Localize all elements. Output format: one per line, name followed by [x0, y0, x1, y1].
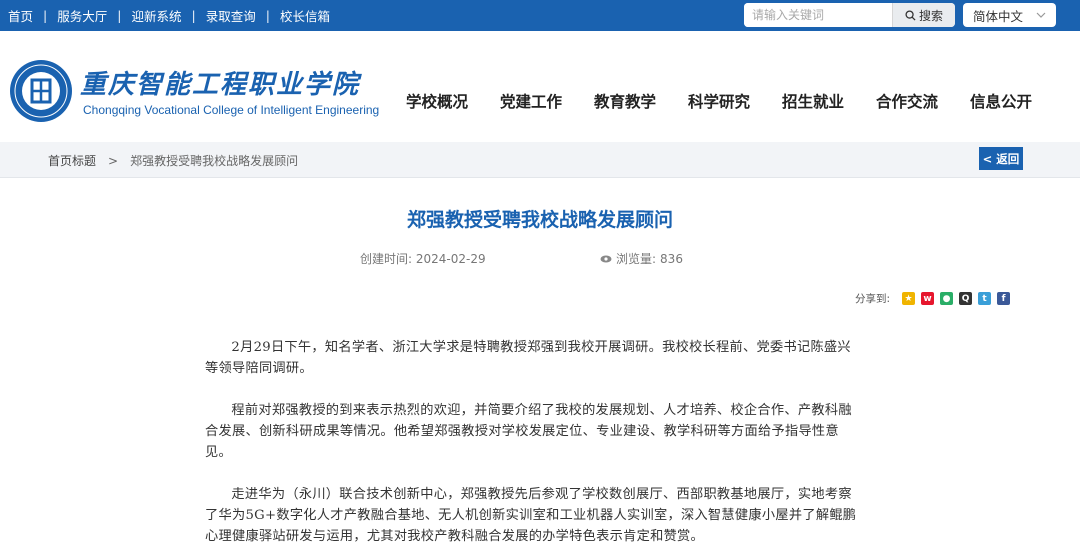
search-button[interactable]: 搜索	[892, 3, 955, 27]
breadcrumb-home[interactable]: 首页标题	[48, 152, 96, 169]
wechat-icon[interactable]: ●	[940, 292, 954, 305]
top-link-admission-query[interactable]: 录取查询	[206, 6, 256, 25]
article-body: 2月29日下午，知名学者、浙江大学求是特聘教授郑强到我校开展调研。我校校长程前、…	[205, 337, 860, 555]
nav-item-about[interactable]: 学校概况	[390, 90, 484, 114]
article-view-count: 浏览量: 836	[600, 250, 683, 267]
breadcrumb: 首页标题 > 郑强教授受聘我校战略发展顾问	[48, 152, 298, 169]
top-link-separator: |	[191, 8, 196, 23]
top-link-home[interactable]: 首页	[8, 6, 33, 25]
article-paragraph: 走进华为（永川）联合技术创新中心，郑强教授先后参观了学校数创展厅、西部职教基地展…	[205, 487, 857, 544]
created-label: 创建时间:	[360, 252, 413, 266]
nav-item-research[interactable]: 科学研究	[672, 90, 766, 114]
nav-item-education[interactable]: 教育教学	[578, 90, 672, 114]
nav-item-party-building[interactable]: 党建工作	[484, 90, 578, 114]
school-name-cn[interactable]: 重庆智能工程职业学院	[80, 64, 360, 101]
back-button[interactable]: < 返回	[979, 147, 1023, 170]
language-select[interactable]: 简体中文	[963, 3, 1056, 27]
nav-item-info-public[interactable]: 信息公开	[954, 90, 1048, 114]
chevron-right-icon: >	[108, 153, 119, 168]
school-logo[interactable]	[8, 58, 74, 124]
article-paragraph: 2月29日下午，知名学者、浙江大学求是特聘教授郑强到我校开展调研。我校校长程前、…	[205, 340, 851, 376]
weibo-icon[interactable]: w	[921, 292, 935, 305]
qzone-icon[interactable]: ★	[902, 292, 916, 305]
top-link-president-mailbox[interactable]: 校长信箱	[280, 6, 330, 25]
article-title: 郑强教授受聘我校战略发展顾问	[406, 209, 673, 231]
article-paragraph: 程前对郑强教授的到来表示热烈的欢迎，并简要介绍了我校的发展规划、人才培养、校企合…	[205, 403, 852, 460]
views-label: 浏览量:	[616, 252, 657, 266]
chevron-down-icon	[1036, 12, 1046, 18]
facebook-icon[interactable]: f	[997, 292, 1011, 305]
qq-icon[interactable]: Q	[959, 292, 973, 305]
article-created-date: 创建时间: 2024-02-29	[360, 250, 486, 267]
share-label: 分享到:	[855, 293, 891, 305]
language-selected: 简体中文	[973, 8, 1024, 24]
nav-item-admission[interactable]: 招生就业	[766, 90, 860, 114]
breadcrumb-current: 郑强教授受聘我校战略发展顾问	[130, 154, 299, 168]
top-link-separator: |	[265, 8, 270, 23]
search-button-label: 搜索	[918, 8, 943, 23]
school-name-en: Chongqing Vocational College of Intellig…	[83, 103, 380, 117]
breadcrumb-bar: 首页标题 > 郑强教授受聘我校战略发展顾问	[0, 142, 1080, 178]
top-links: 首页 | 服务大厅 | 迎新系统 | 录取查询 | 校长信箱	[8, 0, 330, 31]
top-bar: 首页 | 服务大厅 | 迎新系统 | 录取查询 | 校长信箱 搜索 简体中文	[0, 0, 1080, 31]
eye-icon	[600, 255, 612, 262]
tencent-weibo-icon[interactable]: t	[978, 292, 992, 305]
created-value: 2024-02-29	[415, 252, 486, 266]
share-bar: 分享到: ★ w ● Q t f	[855, 291, 1011, 306]
main-nav: 学校概况 党建工作 教育教学 科学研究 招生就业 合作交流 信息公开	[390, 90, 1048, 114]
top-link-separator: |	[43, 8, 48, 23]
top-link-welcome-system[interactable]: 迎新系统	[131, 6, 181, 25]
top-link-separator: |	[117, 8, 122, 23]
top-link-service-hall[interactable]: 服务大厅	[57, 6, 107, 25]
search-icon	[905, 9, 916, 21]
search-box: 搜索	[744, 3, 955, 27]
views-value: 836	[660, 251, 683, 266]
nav-item-cooperation[interactable]: 合作交流	[860, 90, 954, 114]
search-input[interactable]	[744, 3, 892, 27]
